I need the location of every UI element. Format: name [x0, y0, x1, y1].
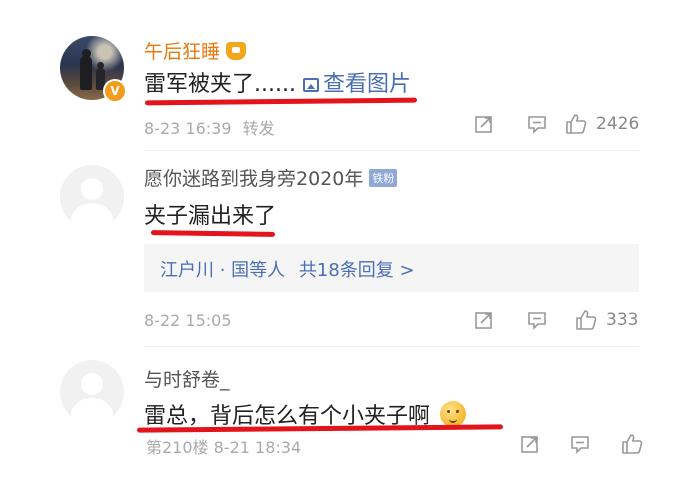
reply-preview-users[interactable]: 江户川 · 国等人	[160, 260, 285, 281]
red-underline	[144, 97, 418, 106]
comment-text-body: 夹子漏出来了	[144, 204, 277, 229]
comment-icon[interactable]	[527, 310, 547, 330]
crown-icon	[226, 42, 247, 60]
like-count: 333	[606, 310, 639, 330]
share-icon[interactable]	[474, 310, 494, 330]
comment-icon[interactable]	[570, 434, 590, 454]
avatar-figure	[80, 56, 92, 90]
reply-preview-text[interactable]: 江户川 · 国等人 共18条回复 >	[160, 256, 415, 282]
comment-1: V 午后狂睡 雷军被夹了...... 查看图片 8-23 16:39 转发 24…	[0, 0, 693, 150]
repost-link[interactable]: 转发	[243, 119, 275, 138]
comment-actions: 2426	[474, 112, 654, 140]
username-text[interactable]: 与时舒卷_	[144, 369, 230, 391]
reply-count-link[interactable]: 共18条回复 >	[299, 260, 415, 281]
comment-text: 雷军被夹了...... 查看图片	[144, 66, 411, 98]
view-image-link[interactable]: 查看图片	[302, 72, 411, 97]
share-icon[interactable]	[520, 434, 540, 454]
comment-text-body: 雷军被夹了......	[144, 72, 296, 97]
avatar[interactable]	[60, 360, 124, 424]
username[interactable]: 与时舒卷_	[144, 365, 230, 392]
image-icon	[302, 78, 319, 92]
share-icon[interactable]	[474, 114, 494, 134]
username[interactable]: 愿你迷路到我身旁2020年 铁粉	[144, 164, 398, 191]
username[interactable]: 午后狂睡	[144, 37, 247, 64]
reply-preview[interactable]: 江户川 · 国等人 共18条回复 >	[144, 244, 639, 292]
comment-text: 夹子漏出来了	[144, 198, 276, 230]
like-icon[interactable]	[574, 308, 598, 332]
thinking-emoji-icon	[440, 401, 467, 427]
comment-icon[interactable]	[527, 114, 547, 134]
timestamp: 第210楼 8-21 18:34	[146, 438, 302, 457]
view-image-label[interactable]: 查看图片	[323, 72, 411, 97]
fan-badge: 铁粉	[369, 169, 398, 187]
red-underline	[150, 230, 276, 237]
verified-badge: V	[103, 79, 127, 103]
timestamp: 8-23 16:39	[144, 119, 232, 138]
like-icon[interactable]	[620, 432, 644, 456]
like-icon[interactable]	[564, 112, 588, 136]
timestamp: 8-22 15:05	[144, 311, 232, 330]
like-count: 2426	[596, 114, 640, 134]
comment-meta: 8-23 16:39 转发	[144, 115, 275, 139]
username-text[interactable]: 午后狂睡	[144, 41, 220, 63]
username-text[interactable]: 愿你迷路到我身旁2020年	[144, 168, 363, 190]
comment-3: 与时舒卷_ 雷总，背后怎么有个小夹子啊 第210楼 8-21 18:34	[0, 346, 693, 493]
comment-actions: 333	[474, 308, 654, 336]
avatar[interactable]	[60, 165, 124, 229]
comment-actions	[520, 432, 660, 460]
